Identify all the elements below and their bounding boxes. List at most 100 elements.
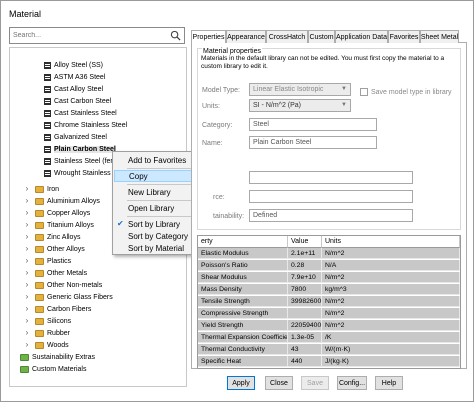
tree-category[interactable]: › Plastics: [23, 255, 71, 267]
tab-properties[interactable]: Properties: [191, 30, 226, 44]
table-row[interactable]: Thermal Conductivity 43 W/(m·K): [198, 344, 460, 355]
column-header-property[interactable]: erty: [198, 236, 288, 248]
tree-material-item[interactable]: Cast Stainless Steel: [44, 107, 117, 119]
tree-material-item[interactable]: Wrought Stainless: [44, 167, 111, 179]
table-row[interactable]: Yield Strength 220594000 N/m^2: [198, 320, 460, 331]
tree-material-item[interactable]: Galvanized Steel: [44, 131, 107, 143]
close-button[interactable]: Close: [265, 376, 293, 390]
table-row[interactable]: Elastic Modulus 2.1e+11 N/m^2: [198, 248, 460, 259]
tree-category[interactable]: › Rubber: [23, 327, 70, 339]
material-icon: [44, 61, 51, 69]
tree-category[interactable]: › Iron: [23, 183, 59, 195]
tree-category[interactable]: › Other Alloys: [23, 243, 85, 255]
description-field[interactable]: [249, 171, 413, 184]
sustainability-field[interactable]: Defined: [249, 209, 413, 222]
table-row[interactable]: Tensile Strength 399826000 N/m^2: [198, 296, 460, 307]
save-model-checkbox[interactable]: Save model type in library: [360, 88, 452, 96]
table-row[interactable]: Shear Modulus 7.9e+10 N/m^2: [198, 272, 460, 283]
material-dialog: Material Alloy Steel (SS) ASTM A36 Steel…: [0, 0, 474, 402]
tree-category[interactable]: › Carbon Fibers: [23, 303, 91, 315]
folder-icon: [35, 269, 44, 277]
tree-category[interactable]: › Other Non-metals: [23, 279, 102, 291]
column-header-value[interactable]: Value: [288, 236, 322, 248]
chevron-right-icon[interactable]: ›: [23, 317, 31, 325]
folder-icon: [35, 209, 44, 217]
save-button[interactable]: Save: [301, 376, 329, 390]
tree-material-item-selected[interactable]: Plain Carbon Steel: [44, 143, 116, 155]
tree-category[interactable]: › Other Metals: [23, 267, 87, 279]
tree-material-item[interactable]: Cast Alloy Steel: [44, 83, 103, 95]
tree-material-item[interactable]: ASTM A36 Steel: [44, 71, 105, 83]
category-field[interactable]: Steel: [249, 118, 377, 131]
name-field[interactable]: Plain Carbon Steel: [249, 136, 377, 149]
tab-appearance[interactable]: Appearance: [226, 30, 266, 43]
category-label: Category:: [202, 122, 233, 129]
material-icon: [44, 157, 51, 165]
library-icon: [20, 353, 29, 361]
folder-icon: [35, 293, 44, 301]
chevron-right-icon[interactable]: ›: [23, 185, 31, 193]
tree-category[interactable]: › Copper Alloys: [23, 207, 90, 219]
checkbox-icon[interactable]: [360, 88, 368, 96]
tree-category[interactable]: › Titanium Alloys: [23, 219, 94, 231]
material-icon: [44, 109, 51, 117]
config-button[interactable]: Config...: [337, 376, 367, 390]
chevron-right-icon[interactable]: ›: [23, 197, 31, 205]
table-row[interactable]: Specific Heat 440 J/(kg·K): [198, 356, 460, 367]
tab-crosshatch[interactable]: CrossHatch: [266, 30, 308, 43]
tab-favorites[interactable]: Favorites: [388, 30, 420, 43]
folder-icon: [35, 185, 44, 193]
source-field[interactable]: [249, 190, 413, 203]
units-select[interactable]: SI - N/m^2 (Pa) ▼: [249, 99, 351, 112]
table-row[interactable]: Mass Density 7800 kg/m^3: [198, 284, 460, 295]
property-table[interactable]: erty Value Units Elastic Modulus 2.1e+11 N…: [197, 235, 461, 369]
tab-custom[interactable]: Custom: [308, 30, 335, 43]
chevron-right-icon[interactable]: ›: [23, 221, 31, 229]
tree-material-item[interactable]: Stainless Steel (ferr: [44, 155, 115, 167]
folder-icon: [35, 341, 44, 349]
folder-icon: [35, 197, 44, 205]
tree-category[interactable]: › Zinc Alloys: [23, 231, 80, 243]
tab-sheet-metal[interactable]: Sheet Metal: [420, 30, 459, 43]
tree-material-item[interactable]: Alloy Steel (SS): [44, 59, 103, 71]
column-header-units[interactable]: Units: [322, 236, 460, 248]
tab-application-data[interactable]: Application Data: [335, 30, 388, 43]
tree-material-item[interactable]: Cast Carbon Steel: [44, 95, 111, 107]
chevron-right-icon[interactable]: ›: [23, 269, 31, 277]
chevron-right-icon[interactable]: ›: [23, 281, 31, 289]
search-input[interactable]: [13, 30, 163, 41]
chevron-right-icon[interactable]: ›: [23, 233, 31, 241]
material-icon: [44, 85, 51, 93]
tree-library[interactable]: Custom Materials: [20, 363, 86, 375]
material-icon: [44, 145, 51, 153]
table-row[interactable]: Poisson's Ratio 0.28 N/A: [198, 260, 460, 271]
tree-library[interactable]: Sustainability Extras: [20, 351, 95, 363]
model-type-select[interactable]: Linear Elastic Isotropic ▼: [249, 83, 351, 96]
search-box[interactable]: [9, 27, 185, 44]
chevron-right-icon[interactable]: ›: [23, 293, 31, 301]
material-icon: [44, 169, 51, 177]
title-bar: Material: [1, 1, 473, 25]
tree-category[interactable]: › Aluminium Alloys: [23, 195, 100, 207]
tree-category[interactable]: › Generic Glass Fibers: [23, 291, 113, 303]
properties-panel: Material properties Materials in the def…: [191, 43, 467, 369]
table-row[interactable]: Thermal Expansion Coefficient 1.3e-05/K: [198, 332, 460, 343]
help-button[interactable]: Help: [375, 376, 403, 390]
sustainability-label: tainability:: [213, 213, 245, 220]
table-row[interactable]: Compressive Strength N/m^2: [198, 308, 460, 319]
edit-note: Materials in the default library can not…: [201, 55, 445, 70]
search-icon[interactable]: [170, 30, 181, 41]
chevron-right-icon[interactable]: ›: [23, 209, 31, 217]
chevron-right-icon[interactable]: ›: [23, 257, 31, 265]
chevron-right-icon[interactable]: ›: [23, 245, 31, 253]
tree-category[interactable]: › Woods: [23, 339, 69, 351]
material-icon: [44, 121, 51, 129]
tree-category[interactable]: › Silicons: [23, 315, 71, 327]
apply-button[interactable]: Apply: [227, 376, 255, 390]
chevron-right-icon[interactable]: ›: [23, 305, 31, 313]
group-label: Material properties: [202, 48, 262, 55]
tree-material-item[interactable]: Chrome Stainless Steel: [44, 119, 127, 131]
chevron-right-icon[interactable]: ›: [23, 329, 31, 337]
chevron-right-icon[interactable]: ›: [23, 341, 31, 349]
window-title: Material: [9, 9, 42, 19]
